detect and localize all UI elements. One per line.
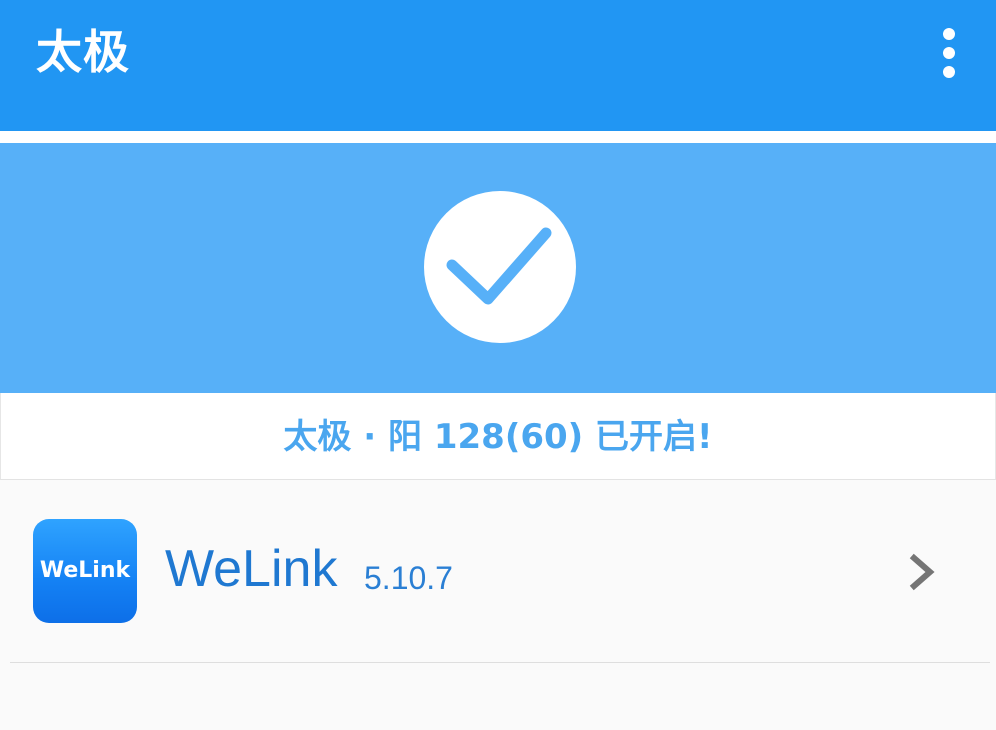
welink-app-icon: WeLink [33, 519, 137, 623]
app-bar: 太极 [0, 0, 996, 131]
status-text-bar: 太极 · 阳 128(60) 已开启! [0, 393, 996, 480]
check-icon [446, 227, 552, 305]
app-icon-label: WeLink [39, 558, 131, 583]
list-divider [10, 662, 990, 663]
more-vert-icon-dot [943, 47, 955, 59]
more-options-button[interactable] [924, 20, 974, 86]
module-version: 5.10.7 [364, 560, 453, 596]
module-list-item[interactable]: WeLink WeLink 5.10.7 [0, 480, 996, 662]
status-banner[interactable] [0, 143, 996, 393]
status-check-circle [424, 191, 576, 343]
appbar-divider [0, 131, 996, 143]
framework-status-text: 太极 · 阳 128(60) 已开启! [283, 417, 713, 457]
chevron-right-icon [909, 553, 935, 591]
more-vert-icon-dot [943, 66, 955, 78]
app-title: 太极 [36, 25, 130, 79]
more-vert-icon [943, 28, 955, 40]
module-name: WeLink [165, 540, 338, 598]
